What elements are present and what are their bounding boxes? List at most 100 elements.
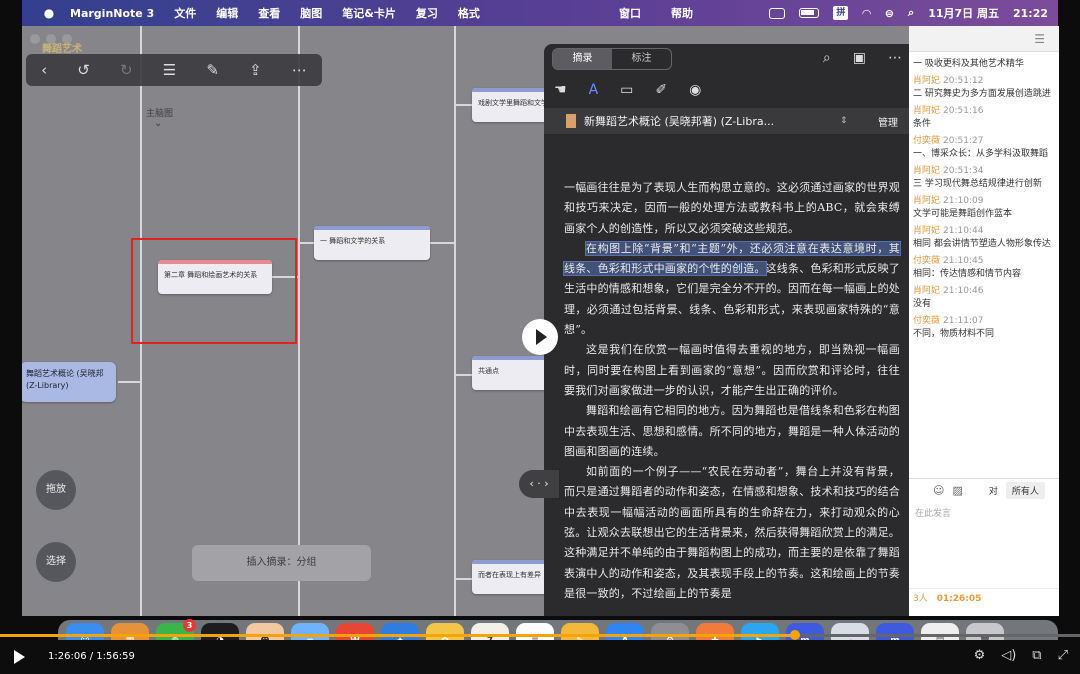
chat-recipient-select[interactable]: 所有人	[1005, 482, 1045, 499]
connector-line	[430, 242, 456, 244]
back-icon[interactable]: ‹	[41, 61, 47, 79]
panel-resize-handle[interactable]: ‹ · ›	[519, 470, 559, 498]
settings-icon[interactable]: ⚙	[974, 648, 986, 663]
menu-window[interactable]: 窗口	[619, 5, 641, 21]
emoji-icon[interactable]: ☺	[933, 484, 944, 497]
canvas-logo: 舞蹈艺术	[42, 44, 82, 55]
progress-fill	[0, 634, 795, 637]
chat-to-label: 对	[988, 487, 998, 497]
dance-literature-node[interactable]: 一 舞蹈和文学的关系	[314, 226, 430, 260]
screen-mirror-icon[interactable]	[769, 7, 786, 19]
chat-input[interactable]: 在此发言	[915, 506, 951, 519]
chat-message-text: 相同 都会讲情节塑造人物形象传达	[913, 239, 1051, 249]
rectangle-select-icon[interactable]: ▭	[620, 82, 633, 98]
menu-app-name[interactable]: MarginNote 3	[70, 7, 154, 20]
paragraph: 舞蹈和绘画有它相同的地方。因为舞蹈也是借线条和色彩在构图中去表现生活、思想和感情…	[564, 404, 900, 458]
common-points-node[interactable]: 共通点	[472, 356, 552, 390]
chat-sender-name: 肖阿妃	[913, 76, 941, 86]
edit-icon[interactable]: ✎	[206, 61, 219, 79]
chat-message-time: 21:10:44	[943, 226, 984, 236]
wifi-icon[interactable]: ◠	[862, 7, 870, 20]
menu-date[interactable]: 11月7日 周五	[928, 5, 999, 21]
more-icon[interactable]: ⋯	[888, 50, 902, 66]
chat-sender-name: 肖阿妃	[913, 196, 941, 206]
menu-time[interactable]: 21:22	[1013, 7, 1048, 20]
play-icon[interactable]	[14, 650, 25, 664]
menu-review[interactable]: 复习	[416, 5, 438, 21]
bookmark-icon[interactable]: ▣	[853, 50, 866, 66]
book-icon	[566, 114, 576, 128]
connector-line	[454, 578, 472, 580]
input-method-icon[interactable]: 拼	[833, 6, 849, 20]
highlighter-icon[interactable]: A	[589, 82, 599, 98]
chat-sender-name: 肖阿妃	[913, 106, 941, 116]
chat-sender: 肖阿妃 21:10:09	[913, 195, 1059, 208]
chat-footer: 3人 01:26:05	[909, 588, 1059, 608]
fullscreen-icon[interactable]: ⤢	[1058, 648, 1068, 663]
chat-message-time: 21:10:46	[943, 286, 984, 296]
list-icon[interactable]: ☰	[163, 61, 176, 79]
document-text[interactable]: 一幅画往往是为了表现人生而构思立意的。这必须通过画家的世界观和技巧来决定，因而一…	[563, 178, 901, 604]
chevron-down-icon[interactable]: ⌄	[154, 118, 162, 129]
document-panel: 摘录 标注 ⌕ ▣ ⋯ ☚ A ▭ ✐ ◉ 新舞蹈艺术概论 (吴晓邦著) (Z-…	[544, 44, 912, 616]
menu-mindmap[interactable]: 脑图	[300, 5, 322, 21]
chat-message-text: 二 研究舞史为多方面发展创造跳进	[913, 89, 1051, 99]
playback-time: 1:26:06 / 1:56:59	[48, 651, 135, 662]
chat-message-text: 一 吸收更科及其他艺术精华	[913, 59, 1024, 69]
menu-help[interactable]: 帮助	[671, 5, 693, 21]
chat-message-text: 相同：传达情感和情节内容	[913, 269, 1022, 279]
root-node[interactable]: 舞蹈艺术概论 (吴晓邦 (Z-Library)	[22, 362, 116, 402]
drag-button[interactable]: 拖放	[36, 470, 76, 510]
drama-literature-node[interactable]: 戏剧文学里舞蹈和文学	[472, 88, 552, 122]
chat-panel: ☰ 一 吸收更科及其他艺术精华 肖阿妃 20:51:12 二 研究舞史为多方面发展创造…	[909, 26, 1059, 616]
picture-in-picture-icon[interactable]: ⧉	[1032, 648, 1041, 663]
redo-icon[interactable]: ↻	[120, 61, 133, 79]
pen-icon[interactable]: ✐	[655, 82, 667, 98]
chat-sender: 付奕薇 21:10:45	[913, 255, 1059, 268]
sort-icon[interactable]: ⇕	[840, 116, 848, 126]
highlight-box	[131, 238, 297, 344]
node-color-bar	[472, 356, 552, 360]
undo-icon[interactable]: ↺	[77, 61, 90, 79]
screen: ● MarginNote 3 文件 编辑 查看 脑图 笔记&卡片 复习 格式 窗…	[0, 0, 1080, 674]
paragraph: 这是我们在欣赏一幅画时值得去重视的地方，即当熟视一幅画时，同时要在构图上看到画家…	[564, 343, 900, 397]
more-icon[interactable]: ⋯	[292, 61, 307, 79]
difference-node[interactable]: 而者在表现上有差异	[472, 560, 552, 594]
video-play-overlay[interactable]	[522, 319, 558, 355]
mindmap-toolbar: ‹ ↺ ↻ ☰ ✎ ⇪ ⋯	[26, 54, 322, 86]
menu-view[interactable]: 查看	[258, 5, 280, 21]
book-selector[interactable]: 新舞蹈艺术概论 (吴晓邦著) (Z-Libra... ⇕ 管理	[544, 108, 912, 134]
tab-excerpt[interactable]: 摘录	[553, 49, 612, 69]
battery-icon[interactable]	[799, 8, 820, 18]
menu-format[interactable]: 格式	[458, 5, 480, 21]
chat-messages: 一 吸收更科及其他艺术精华 肖阿妃 20:51:12 二 研究舞史为多方面发展创造跳进…	[909, 58, 1059, 341]
menu-edit[interactable]: 编辑	[216, 5, 238, 21]
menu-icon[interactable]: ☰	[1034, 32, 1045, 46]
paragraph: 一幅画往往是为了表现人生而构思立意的。这必须通过画家的世界观和技巧来决定，因而一…	[564, 181, 900, 235]
chat-message-text: 文学可能是舞蹈创作蓝本	[913, 209, 1013, 219]
select-button[interactable]: 选择	[36, 542, 76, 582]
share-icon[interactable]: ⇪	[249, 61, 262, 79]
menu-file[interactable]: 文件	[174, 5, 196, 21]
player-controls: ⚙ ◁) ⧉ ⤢	[974, 648, 1068, 663]
palette-icon[interactable]: ◉	[689, 82, 701, 98]
menu-notes-cards[interactable]: 笔记&卡片	[342, 5, 396, 21]
control-center-icon[interactable]: ⊜	[885, 7, 894, 20]
chat-sender-name: 付奕薇	[913, 316, 941, 326]
search-icon[interactable]: ⌕	[908, 6, 914, 20]
image-icon[interactable]: ▨	[952, 484, 962, 497]
node-color-bar	[472, 560, 552, 564]
mac-menu-bar: ● MarginNote 3 文件 编辑 查看 脑图 笔记&卡片 复习 格式 窗…	[22, 0, 1058, 26]
hand-icon[interactable]: ☚	[554, 82, 567, 98]
progress-handle[interactable]	[789, 630, 800, 640]
connector-line	[454, 26, 456, 616]
panel-tabs: 摘录 标注	[552, 48, 672, 70]
volume-icon[interactable]: ◁)	[1001, 648, 1016, 663]
tab-annotate[interactable]: 标注	[612, 49, 671, 69]
apple-icon[interactable]: ●	[40, 6, 58, 20]
manage-button[interactable]: 管理	[878, 114, 898, 129]
insert-excerpt-bar[interactable]: 插入摘录：分组	[192, 545, 371, 581]
drama-literature-node-title: 戏剧文学里舞蹈和文学	[478, 99, 548, 107]
search-icon[interactable]: ⌕	[823, 50, 831, 66]
chat-sender-name: 付奕薇	[913, 136, 941, 146]
